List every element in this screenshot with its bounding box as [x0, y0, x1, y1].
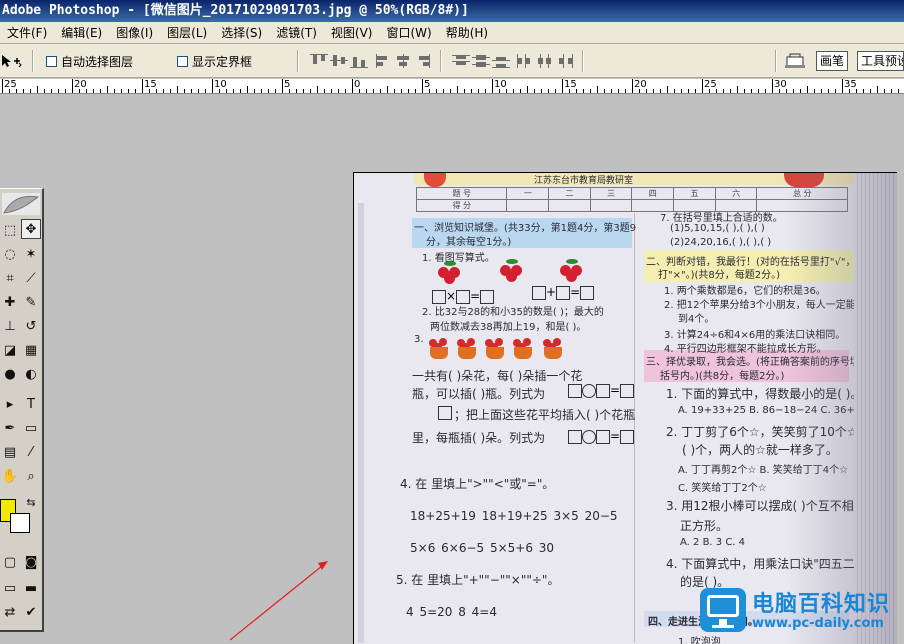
table-cell: 一 [506, 187, 550, 200]
site-watermark: 电脑百科知识 www.pc-daily.com [700, 586, 904, 644]
doc-text-line: 3. [414, 334, 424, 345]
table-cell: 二 [548, 187, 591, 200]
doc-text-line: 2. 比32与28的和小35的数是( )；最大的 [422, 307, 604, 318]
answer-boxes: = [568, 383, 635, 398]
doc-text-line: 到4个。 [678, 314, 715, 325]
monitor-logo-icon [700, 588, 746, 632]
doc-text-line: 打"×"。)(共8分，每题2分。) [658, 270, 781, 281]
flower-pot-picture [482, 337, 508, 359]
page-header-text: 江苏东台市教育局教研室 [534, 176, 634, 186]
watermark-title: 电脑百科知识 [752, 592, 891, 617]
doc-text-line: ；把上面这些花平均插入( )个花瓶 [454, 408, 636, 422]
cherry-picture [436, 261, 464, 285]
flower-pot-picture [426, 337, 452, 359]
doc-text-line: C. 笑笑给丁丁2个☆ [678, 483, 767, 494]
doc-text-line: 4. 在 里填上">""<"或"="。 [400, 477, 555, 491]
doc-text-line: 一、浏览知识城堡。(共33分，第1题4分，第3题9 [414, 223, 637, 234]
doc-text-line: 一共有( )朵花，每( )朵插一个花 [412, 369, 583, 383]
photo-shadow [787, 173, 897, 644]
doc-text-line: (2)24,20,16,( ),( ),( ) [670, 237, 772, 248]
doc-text-line: 两位数减去38再加上19，和是( )。 [430, 322, 587, 333]
table-cell: 三 [589, 187, 633, 200]
doc-text-line: 4 5=20 8 4=4 [406, 605, 497, 619]
equation-boxes: + = [532, 285, 595, 300]
doc-text-line: 分，其余每空1分。) [426, 237, 512, 248]
flower-pot-picture [510, 337, 536, 359]
doc-text-line: 7. 在括号里填上合适的数。 [660, 213, 783, 224]
flower-pot-picture [540, 337, 566, 359]
cherry-picture [498, 259, 526, 283]
doc-text-line: 正方形。 [680, 519, 729, 533]
answer-boxes: = [568, 429, 635, 444]
equation-boxes: × = [432, 289, 495, 304]
column-divider [634, 213, 635, 643]
doc-text-line: 括号内。)(共8分，每题2分。) [660, 371, 785, 382]
page-binding-edge [358, 203, 364, 643]
watermark-url: www.pc-daily.com [752, 616, 884, 631]
table-cell: 四 [631, 187, 675, 200]
table-cell: 得 分 [415, 199, 508, 212]
cherry-picture [558, 259, 586, 283]
doc-text-line: 5. 在 里填上"+""−""×""÷"。 [396, 573, 560, 587]
document-canvas[interactable]: 江苏东台市教育局教研室 题 号 一 二 三 四 五 六 总 分 得 分 一、浏览… [353, 172, 897, 644]
doc-text-line: 里，每瓶插( )朵。列式为 [412, 431, 546, 445]
score-table: 题 号 一 二 三 四 五 六 总 分 得 分 [415, 187, 848, 212]
answer-box [438, 405, 452, 420]
doc-text-line: A. 2 B. 3 C. 4 [680, 537, 746, 548]
table-cell: 六 [714, 187, 758, 200]
doc-text-line: (1)5,10,15,( ),( ),( ) [670, 223, 765, 234]
table-cell: 题 号 [415, 187, 508, 200]
flower-pot-picture [454, 337, 480, 359]
doc-text-line: 18+25+19 18+19+25 3×5 20−5 [410, 509, 618, 523]
doc-text-line: 瓶，可以插( )瓶。列式为 [412, 387, 546, 401]
table-cell: 五 [673, 187, 716, 200]
doc-text-line: 5×6 6×6−5 5×5+6 30 [410, 541, 555, 555]
